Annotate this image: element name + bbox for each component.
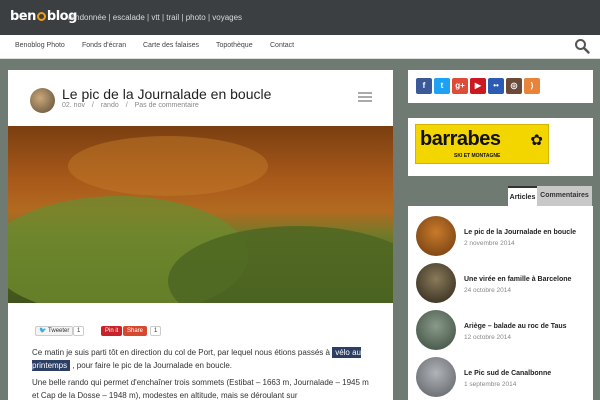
post-card: Le pic de la Journalade en boucle 02. no… [8,70,393,400]
meta-separator: / [91,102,94,109]
search-icon[interactable] [574,38,590,54]
meta-separator: / [125,102,128,109]
tweet-button[interactable]: 🐦 Tweeter [35,326,74,336]
post-hero-image [8,126,393,303]
paragraph-text: , pour faire le pic de la Journalade en … [72,361,233,370]
instagram-icon[interactable]: ◎ [506,78,522,94]
barrabes-subtitle: SKI ET MONTAGNE [454,153,501,159]
author-avatar [30,88,55,113]
flower-icon: ✿ [530,132,543,149]
post-category[interactable]: rando [101,102,119,109]
nav-item-benoblog-photo[interactable]: Benoblog Photo [15,42,65,49]
social-icons-box: f t g+ ▶ •• ◎ ) [408,70,593,103]
article-date: 1 septembre 2014 [464,381,517,388]
tweet-count: 1 [73,326,85,336]
main-nav: Benoblog Photo Fonds d'écran Carte des f… [0,35,600,59]
tab-articles[interactable]: Articles [508,186,537,206]
tab-commentaires[interactable]: Commentaires [537,186,592,206]
flickr-icon[interactable]: •• [488,78,504,94]
list-item[interactable]: Une virée en famille à Barcelone 24 octo… [416,263,591,307]
article-thumbnail [416,357,456,397]
article-title[interactable]: Ariège – balade au roc de Taus [464,323,567,330]
paragraph-text: Ce matin je suis parti tôt en direction … [32,348,330,357]
article-title[interactable]: Le Pic sud de Canalbonne [464,370,551,377]
nav-item-carte-falaises[interactable]: Carte des falaises [143,42,199,49]
articles-list: Le pic de la Journalade en boucle 2 nove… [408,206,593,400]
logo-ring-icon [36,12,46,21]
menu-icon[interactable] [358,92,372,104]
top-header: ben blog randonnée | escalade | vtt | tra… [0,0,600,35]
post-date: 02. nov [62,102,85,109]
pinit-button[interactable]: Pin it [101,326,123,336]
youtube-icon[interactable]: ▶ [470,78,486,94]
article-title[interactable]: Une virée en famille à Barcelone [464,276,571,283]
facebook-icon[interactable]: f [416,78,432,94]
post-paragraph-1: Ce matin je suis parti tôt en direction … [32,346,372,372]
rss-icon[interactable]: ) [524,78,540,94]
list-item[interactable]: Ariège – balade au roc de Taus 12 octobr… [416,310,591,354]
post-comments-link[interactable]: Pas de commentaire [135,102,199,109]
article-date: 2 novembre 2014 [464,240,515,247]
share-count: 1 [150,326,162,336]
barrabes-banner[interactable]: barrabes ✿ SKI ET MONTAGNE [408,118,593,176]
post-title[interactable]: Le pic de la Journalade en boucle [62,86,271,102]
googleplus-icon[interactable]: g+ [452,78,468,94]
list-item[interactable]: Le pic de la Journalade en boucle 2 nove… [416,216,591,260]
site-logo[interactable]: ben blog [10,9,77,24]
nav-item-topotheque[interactable]: Topothèque [216,42,253,49]
twitter-icon: 🐦 [39,328,47,334]
article-date: 24 octobre 2014 [464,287,511,294]
article-date: 12 octobre 2014 [464,334,511,341]
article-title[interactable]: Le pic de la Journalade en boucle [464,229,576,236]
list-item[interactable]: Le Pic sud de Canalbonne 1 septembre 201… [416,357,591,400]
article-thumbnail [416,216,456,256]
article-thumbnail [416,263,456,303]
post-paragraph-2: Une belle rando qui permet d'enchaîner t… [32,378,369,400]
barrabes-logo: barrabes ✿ SKI ET MONTAGNE [415,124,549,164]
share-button[interactable]: Share [123,326,148,336]
site-tagline: randonnée | escalade | vtt | trail | pho… [68,13,243,22]
nav-item-fonds-ecran[interactable]: Fonds d'écran [82,42,126,49]
nav-item-contact[interactable]: Contact [270,42,294,49]
tweet-label: Tweeter [48,328,70,334]
barrabes-name: barrabes [420,128,501,150]
twitter-icon[interactable]: t [434,78,450,94]
post-meta: 02. nov / rando / Pas de commentaire [62,102,204,109]
article-thumbnail [416,310,456,350]
